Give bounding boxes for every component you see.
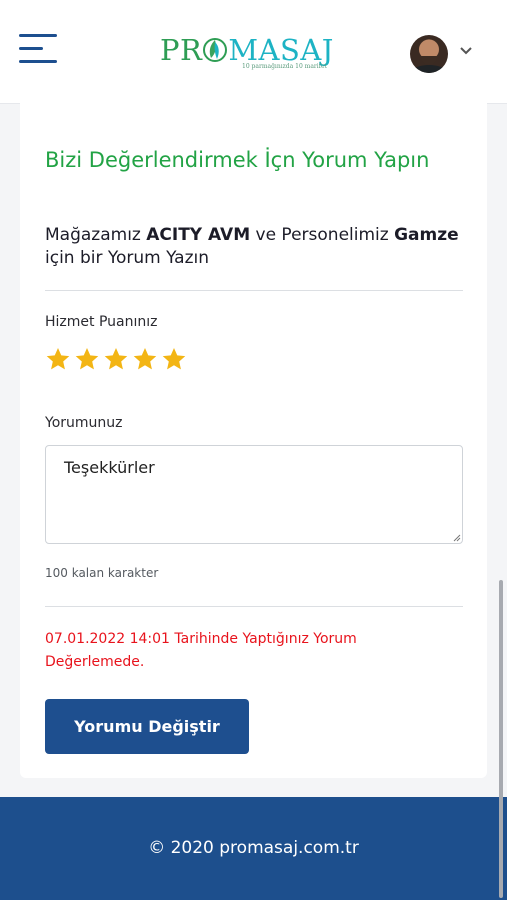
- review-card: Bizi Değerlendirmek İçn Yorum Yapın Mağa…: [20, 103, 487, 778]
- star-icon[interactable]: [161, 346, 187, 372]
- character-counter: 100 kalan karakter: [45, 566, 159, 580]
- logo-text-part2: MASAJ: [228, 33, 334, 67]
- divider: [45, 290, 463, 291]
- page-scrollbar[interactable]: [499, 580, 503, 898]
- review-title: Bizi Değerlendirmek İçn Yorum Yapın: [45, 148, 430, 172]
- menu-line: [19, 34, 57, 37]
- subtitle-suffix: için bir Yorum Yazın: [45, 248, 210, 268]
- star-icon[interactable]: [74, 346, 100, 372]
- store-name: ACITY AVM: [146, 225, 251, 245]
- logo-text-part1: PR: [160, 33, 203, 67]
- staff-name: Gamze: [394, 225, 459, 245]
- rating-label: Hizmet Puanınız: [45, 314, 158, 330]
- hamburger-menu-icon[interactable]: [19, 34, 59, 66]
- promasaj-logo[interactable]: PR MASAJ 10 parmağınızda 10 marifet: [160, 33, 350, 73]
- star-icon[interactable]: [132, 346, 158, 372]
- change-review-button[interactable]: Yorumu Değiştir: [45, 699, 249, 754]
- comment-textarea[interactable]: [45, 445, 463, 544]
- site-footer: © 2020 promasaj.com.tr: [0, 797, 507, 900]
- avatar-beard: [421, 56, 437, 65]
- chevron-down-icon[interactable]: [458, 43, 474, 59]
- app-header: PR MASAJ 10 parmağınızda 10 marifet: [0, 0, 507, 104]
- avatar-shirt: [413, 65, 445, 73]
- subtitle-middle: ve Personelimiz: [250, 225, 395, 245]
- user-avatar[interactable]: [410, 35, 448, 73]
- resize-handle-icon[interactable]: [453, 534, 461, 542]
- logo-tagline: 10 parmağınızda 10 marifet: [242, 63, 327, 70]
- logo-leaf-icon: [203, 38, 228, 62]
- copyright-text: © 2020 promasaj.com.tr: [148, 838, 359, 858]
- star-icon[interactable]: [45, 346, 71, 372]
- review-status-message: 07.01.2022 14:01 Tarihinde Yaptığınız Yo…: [45, 631, 357, 670]
- subtitle-prefix: Mağazamız: [45, 225, 147, 245]
- divider: [45, 606, 463, 607]
- comment-label: Yorumunuz: [45, 415, 123, 431]
- star-icon[interactable]: [103, 346, 129, 372]
- menu-line: [19, 47, 43, 50]
- logo-wordmark: PR MASAJ: [160, 33, 334, 67]
- review-subtitle: Mağazamız ACITY AVM ve Personelimiz Gamz…: [45, 224, 460, 270]
- menu-line: [19, 60, 57, 63]
